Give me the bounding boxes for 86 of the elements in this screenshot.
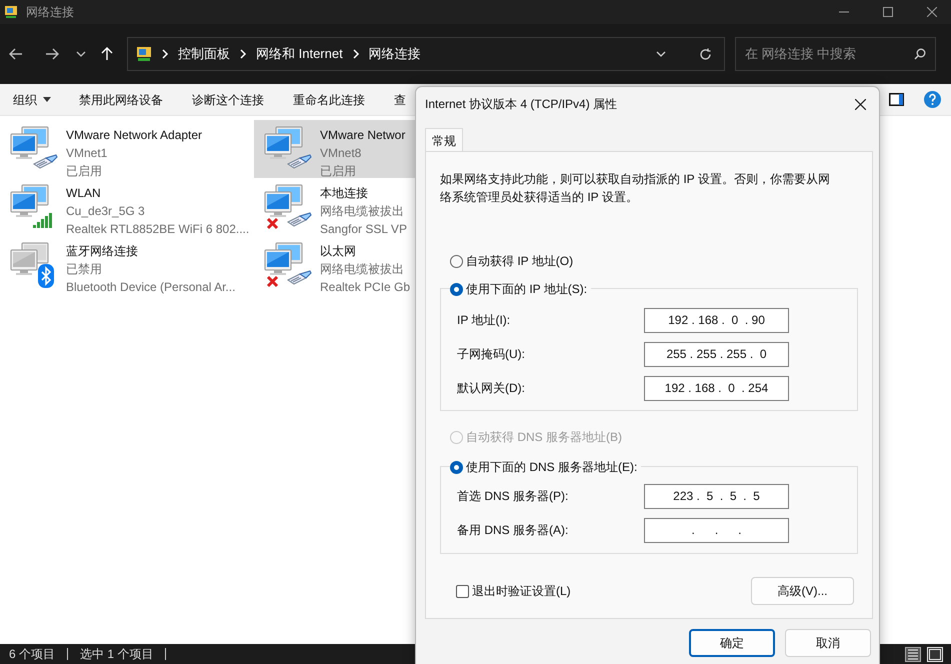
connection-item[interactable]: 本地连接 网络电缆被拔出 Sangfor SSL VP xyxy=(254,178,415,236)
cancel-button[interactable]: 取消 xyxy=(785,629,871,657)
cable-plug-icon xyxy=(286,270,312,286)
chevron-down-icon[interactable] xyxy=(76,51,86,57)
toolbar-button[interactable]: 组织 xyxy=(13,90,51,108)
connection-name: WLAN xyxy=(66,185,102,202)
radio-button[interactable] xyxy=(450,460,463,474)
chevron-right-icon xyxy=(352,49,360,59)
connection-device: Realtek PCIe Gb xyxy=(320,279,410,296)
toolbar-button[interactable]: 查 xyxy=(394,90,406,108)
help-icon[interactable] xyxy=(924,91,941,108)
field-label: 子网掩码(U): xyxy=(456,346,526,363)
close-icon[interactable] xyxy=(927,7,937,17)
close-icon[interactable] xyxy=(855,98,866,110)
connection-detail: VMnet8 xyxy=(320,145,362,162)
back-arrow-icon[interactable] xyxy=(9,48,23,60)
search-field[interactable]: 在 网络连接 中搜索 xyxy=(735,37,936,71)
network-folder-icon xyxy=(4,5,18,19)
search-icon xyxy=(914,48,926,60)
connection-name: 以太网 xyxy=(320,243,357,260)
tab[interactable]: 常规 xyxy=(425,128,463,152)
connection-device: 已启用 xyxy=(320,163,357,180)
connection-device: Sangfor SSL VP xyxy=(320,221,407,238)
selection-count: 选中 1 个项目 xyxy=(80,646,154,663)
validate-checkbox[interactable]: 退出时验证设置(L) xyxy=(456,582,571,600)
large-icons-view-icon[interactable] xyxy=(927,646,943,662)
connection-item[interactable]: VMware Networ VMnet8 已启用 xyxy=(254,120,415,178)
connection-detail: 已禁用 xyxy=(66,261,103,278)
chevron-right-icon xyxy=(239,49,247,59)
chevron-right-icon xyxy=(161,49,169,59)
breadcrumb[interactable]: 控制面板 xyxy=(178,44,230,64)
details-view-icon[interactable] xyxy=(905,646,921,662)
connection-name: VMware Network Adapter xyxy=(66,127,202,144)
connection-device: 已启用 xyxy=(66,163,103,180)
breadcrumb[interactable]: 网络连接 xyxy=(368,44,421,64)
signal-bars-icon xyxy=(32,212,54,228)
item-count: 6 个项目 xyxy=(9,646,56,663)
cable-plug-icon xyxy=(286,212,312,228)
field-label: 备用 DNS 服务器(A): xyxy=(456,522,570,539)
field-label: 默认网关(D): xyxy=(456,380,526,397)
preview-pane-icon[interactable] xyxy=(889,93,904,106)
radio-button[interactable] xyxy=(450,282,463,296)
connection-name: VMware Networ xyxy=(320,127,406,144)
refresh-icon[interactable] xyxy=(699,48,712,60)
dialog-title: Internet 协议版本 4 (TCP/IPv4) 属性 xyxy=(425,96,618,113)
toolbar-button[interactable]: 禁用此网络设备 xyxy=(79,90,163,108)
connection-detail: 网络电缆被拔出 xyxy=(320,203,405,220)
ip-address-field[interactable]: 192 . 168 . 0 . 90 xyxy=(644,308,789,332)
field-label: IP 地址(I): xyxy=(456,312,512,329)
advanced-button[interactable]: 高级(V)... xyxy=(751,577,854,605)
ip-address-field[interactable]: . . . xyxy=(644,518,789,542)
connection-name: 本地连接 xyxy=(320,185,369,202)
ip-address-field[interactable]: 192 . 168 . 0 . 254 xyxy=(644,376,789,400)
toolbar-button[interactable]: 重命名此连接 xyxy=(293,90,365,108)
connection-device: Realtek RTL8852BE WiFi 6 802.... xyxy=(66,221,250,238)
description-text: 如果网络支持此功能，则可以获取自动指派的 IP 设置。否则，你需要从网络系统管理员处获得适当的 IP 设置。 xyxy=(440,171,831,206)
toolbar-button[interactable]: 诊断这个连接 xyxy=(192,90,264,108)
minimize-icon[interactable] xyxy=(839,11,849,13)
radio-option[interactable]: 使用下面的 IP 地址(S): xyxy=(450,280,592,298)
window-title: 网络连接 xyxy=(26,4,74,21)
chevron-down-icon[interactable] xyxy=(656,51,666,57)
connection-device: Bluetooth Device (Personal Ar... xyxy=(66,279,236,296)
address-bar[interactable]: 控制面板 网络和 Internet 网络连接 xyxy=(127,37,725,71)
connection-item[interactable]: 以太网 网络电缆被拔出 Realtek PCIe Gb xyxy=(254,236,415,294)
field-label: 首选 DNS 服务器(P): xyxy=(456,488,570,505)
breadcrumb[interactable]: 网络和 Internet xyxy=(256,44,343,64)
ip-address-field[interactable]: 255 . 255 . 255 . 0 xyxy=(644,342,789,366)
ok-button[interactable]: 确定 xyxy=(689,629,775,657)
caret-icon xyxy=(43,97,51,102)
cable-plug-icon xyxy=(32,154,58,170)
forward-arrow-icon[interactable] xyxy=(45,48,59,60)
connection-name: 蓝牙网络连接 xyxy=(66,243,139,260)
connection-item[interactable]: VMware Network Adapter VMnet1 已启用 xyxy=(0,120,254,178)
bluetooth-icon xyxy=(38,264,54,288)
connection-detail: VMnet1 xyxy=(66,145,108,162)
connection-detail: Cu_de3r_5G 3 xyxy=(66,203,146,220)
connection-item[interactable]: WLAN Cu_de3r_5G 3 Realtek RTL8852BE WiFi 6 802.... xyxy=(0,178,254,236)
connection-detail: 网络电缆被拔出 xyxy=(320,261,405,278)
network-folder-icon xyxy=(136,46,152,62)
up-arrow-icon[interactable] xyxy=(101,47,113,61)
checkbox[interactable] xyxy=(456,584,469,598)
cable-plug-icon xyxy=(286,154,312,170)
maximize-icon[interactable] xyxy=(883,7,893,17)
ip-address-field[interactable]: 223 . 5 . 5 . 5 xyxy=(644,484,789,508)
radio-button[interactable] xyxy=(450,254,463,268)
radio-option[interactable]: 使用下面的 DNS 服务器地址(E): xyxy=(450,458,642,476)
